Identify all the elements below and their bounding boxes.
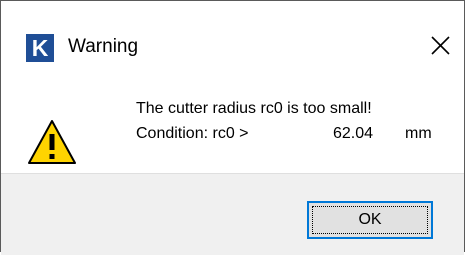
ok-button-label: OK xyxy=(358,211,382,228)
title-bar[interactable]: K Warning xyxy=(1,1,464,62)
ok-button[interactable]: OK xyxy=(307,201,433,239)
condition-value: 62.04 xyxy=(333,125,374,142)
window-title: Warning xyxy=(68,36,139,57)
warning-icon xyxy=(28,120,76,164)
condition-label: Condition: rc0 > xyxy=(136,125,249,142)
message-text: The cutter radius rc0 is too small! xyxy=(136,100,372,117)
close-icon xyxy=(431,36,450,55)
warning-dialog: K Warning The cutter radius rc0 is too s… xyxy=(0,0,465,255)
app-k-icon: K xyxy=(26,34,54,62)
condition-unit: mm xyxy=(405,125,432,142)
close-button[interactable] xyxy=(423,29,457,63)
button-bar: OK xyxy=(1,173,464,255)
message-area: The cutter radius rc0 is too small! Cond… xyxy=(1,81,464,173)
